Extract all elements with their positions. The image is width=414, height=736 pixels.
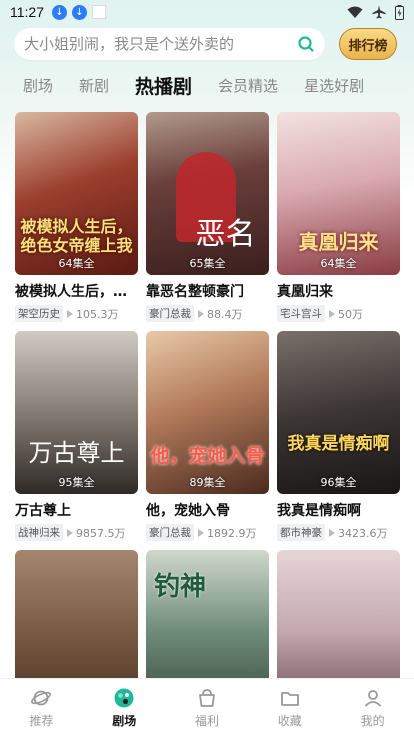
- poster-image[interactable]: 被模拟人生后，绝色女帝缠上我 64集全: [15, 112, 138, 275]
- drama-meta: 豪门总裁 88.4万: [146, 305, 269, 322]
- bottom-nav: 推荐 剧场 福利 收藏 我的: [0, 678, 414, 736]
- nav-theater[interactable]: 剧场: [83, 679, 166, 736]
- drama-title[interactable]: 真凰归来: [277, 281, 400, 301]
- poster-image[interactable]: 万古尊上 95集全: [15, 331, 138, 494]
- gift-bag-icon: [199, 688, 215, 707]
- user-icon: [364, 689, 381, 707]
- episode-count: 89集全: [189, 476, 226, 489]
- play-count-icon: [329, 528, 335, 537]
- view-count: 9857.5万: [76, 526, 126, 540]
- poster-title-art: 真凰归来: [298, 230, 379, 254]
- ranking-button[interactable]: 排行榜: [339, 28, 397, 60]
- battery-icon: [395, 4, 404, 20]
- notification-icon: [92, 5, 106, 19]
- view-count: 105.3万: [76, 307, 119, 321]
- drama-card[interactable]: 真凰归来 64集全 真凰归来 宅斗宫斗 50万: [277, 112, 400, 331]
- poster-title-art: 万古尊上: [28, 439, 125, 467]
- status-bar: 11:27 ↓ ↓: [0, 0, 414, 24]
- theater-icon: [114, 688, 134, 707]
- tab-theater[interactable]: 剧场: [10, 75, 66, 96]
- genre-tag: 豪门总裁: [146, 524, 194, 541]
- drama-grid: 被模拟人生后，绝色女帝缠上我 64集全 被模拟人生后，绝色女帝缠上我 架空历史 …: [0, 112, 414, 736]
- nav-label: 我的: [360, 713, 385, 728]
- episode-count: 96集全: [320, 476, 357, 489]
- download-icon: ↓: [72, 4, 87, 20]
- play-count-icon: [329, 309, 335, 318]
- drama-title[interactable]: 万古尊上: [15, 500, 138, 520]
- play-count-icon: [198, 528, 204, 537]
- nav-label: 剧场: [112, 713, 137, 728]
- genre-tag: 宅斗宫斗: [277, 305, 325, 322]
- poster-title-art: 钓神: [154, 572, 207, 602]
- drama-card[interactable]: 他，宠她入骨 89集全 他，宠她入骨 豪门总裁 1892.9万: [146, 331, 269, 550]
- view-count: 50万: [338, 307, 363, 321]
- category-tabs: 剧场 新剧 热播剧 会员精选 星选好剧: [0, 62, 414, 108]
- drama-meta: 架空历史 105.3万: [15, 305, 138, 322]
- nav-mine[interactable]: 我的: [331, 679, 414, 736]
- drama-card[interactable]: 被模拟人生后，绝色女帝缠上我 64集全 被模拟人生后，绝色女帝缠上我 架空历史 …: [15, 112, 138, 331]
- nav-label: 福利: [194, 713, 219, 728]
- drama-meta: 战神归来 9857.5万: [15, 524, 138, 541]
- planet-icon: [31, 690, 52, 705]
- poster-image[interactable]: 真凰归来 64集全: [277, 112, 400, 275]
- download-icon: ↓: [52, 4, 67, 20]
- airplane-icon: [372, 5, 386, 19]
- nav-favorites[interactable]: 收藏: [248, 679, 331, 736]
- play-count-icon: [67, 309, 73, 318]
- search-input[interactable]: [24, 35, 297, 53]
- drama-meta: 宅斗宫斗 50万: [277, 305, 400, 322]
- poster-image[interactable]: 恶名 65集全: [146, 112, 269, 275]
- poster-title-art: 我真是情痴啊: [287, 434, 390, 454]
- genre-tag: 架空历史: [15, 305, 63, 322]
- drama-card[interactable]: 万古尊上 95集全 万古尊上 战神归来 9857.5万: [15, 331, 138, 550]
- genre-tag: 都市神豪: [277, 524, 325, 541]
- search-row: 排行榜: [0, 24, 414, 62]
- nav-label: 收藏: [277, 713, 302, 728]
- view-count: 3423.6万: [338, 526, 388, 540]
- tab-hot[interactable]: 热播剧: [122, 72, 205, 99]
- status-time: 11:27: [10, 4, 44, 20]
- nav-welfare[interactable]: 福利: [166, 679, 249, 736]
- wifi-icon: [347, 6, 363, 18]
- drama-title[interactable]: 被模拟人生后，绝色女帝缠上我: [15, 281, 138, 301]
- nav-recommend[interactable]: 推荐: [0, 679, 83, 736]
- poster-image[interactable]: 他，宠她入骨 89集全: [146, 331, 269, 494]
- search-icon[interactable]: [297, 35, 315, 53]
- poster-image[interactable]: 我真是情痴啊 96集全: [277, 331, 400, 494]
- folder-icon: [280, 691, 299, 706]
- view-count: 1892.9万: [207, 526, 257, 540]
- poster-title-art: 他，宠她入骨: [150, 445, 265, 467]
- drama-title[interactable]: 他，宠她入骨: [146, 500, 269, 520]
- episode-count: 64集全: [58, 257, 95, 270]
- genre-tag: 战神归来: [15, 524, 63, 541]
- episode-count: 95集全: [58, 476, 95, 489]
- play-count-icon: [198, 309, 204, 318]
- play-count-icon: [67, 528, 73, 537]
- drama-title[interactable]: 我真是情痴啊: [277, 500, 400, 520]
- drama-card[interactable]: 我真是情痴啊 96集全 我真是情痴啊 都市神豪 3423.6万: [277, 331, 400, 550]
- tab-new[interactable]: 新剧: [66, 75, 122, 96]
- search-box[interactable]: [14, 28, 325, 60]
- drama-meta: 豪门总裁 1892.9万: [146, 524, 269, 541]
- tab-star-picks[interactable]: 星选好剧: [291, 75, 377, 96]
- genre-tag: 豪门总裁: [146, 305, 194, 322]
- nav-label: 推荐: [29, 713, 54, 728]
- episode-count: 64集全: [320, 257, 357, 270]
- drama-card[interactable]: 恶名 65集全 靠恶名整顿豪门 豪门总裁 88.4万: [146, 112, 269, 331]
- view-count: 88.4万: [207, 307, 243, 321]
- poster-title-art: 被模拟人生后，绝色女帝缠上我: [20, 217, 133, 255]
- poster-title-art: 恶名: [195, 217, 256, 252]
- tab-vip-picks[interactable]: 会员精选: [205, 75, 291, 96]
- drama-title[interactable]: 靠恶名整顿豪门: [146, 281, 269, 301]
- episode-count: 65集全: [189, 257, 226, 270]
- drama-meta: 都市神豪 3423.6万: [277, 524, 400, 541]
